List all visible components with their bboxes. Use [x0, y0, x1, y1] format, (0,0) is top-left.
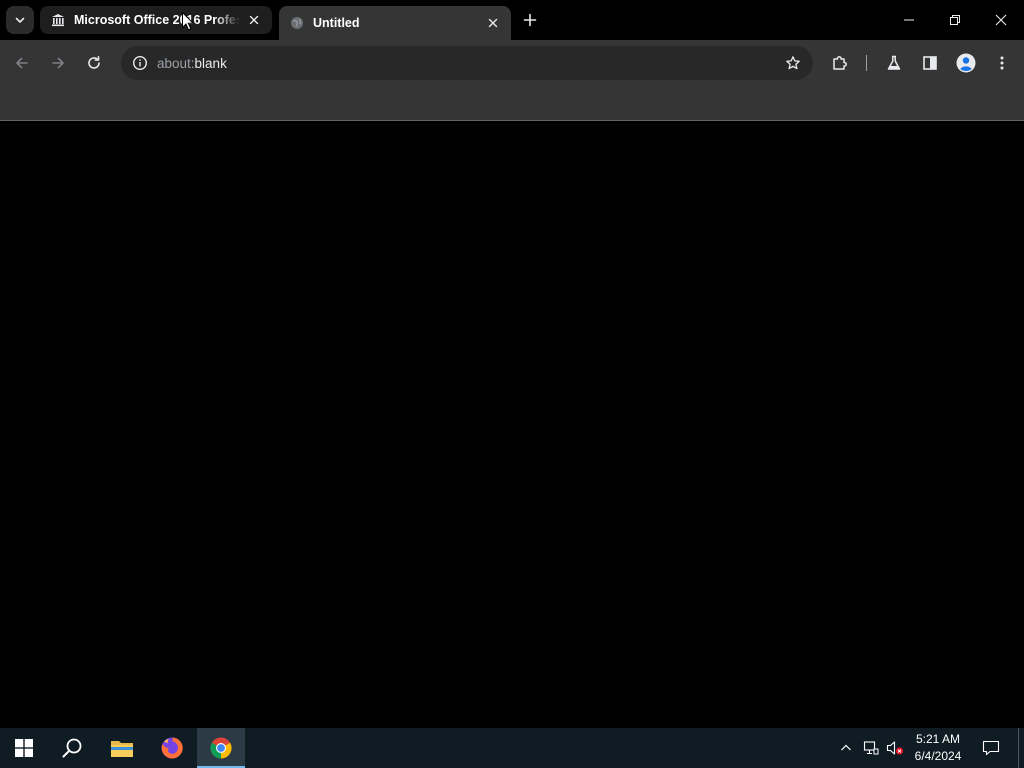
forward-button[interactable]: [44, 49, 72, 77]
close-window-button[interactable]: [978, 0, 1024, 40]
page-content[interactable]: [0, 121, 1024, 728]
new-tab-button[interactable]: [518, 8, 542, 32]
chrome-icon: [210, 737, 232, 759]
arrow-right-icon: [52, 57, 64, 69]
close-icon[interactable]: [246, 12, 262, 28]
file-explorer-button[interactable]: [98, 728, 146, 768]
mouse-cursor-icon: [182, 12, 194, 31]
plus-icon: [523, 13, 537, 27]
browser-toolbar: about:blank: [0, 40, 1024, 86]
tab-microsoft-office[interactable]: Microsoft Office 2016 Professional: [40, 6, 272, 34]
taskbar-clock[interactable]: 5:21 AM 6/4/2024: [908, 731, 968, 765]
minimize-button[interactable]: [886, 0, 932, 40]
notification-icon: [982, 740, 1000, 756]
labs-button[interactable]: [880, 49, 908, 77]
network-button[interactable]: [860, 728, 882, 768]
bank-icon: [50, 12, 66, 28]
url-host: blank: [194, 55, 227, 71]
restore-button[interactable]: [932, 0, 978, 40]
tab-strip: Microsoft Office 2016 Professional Untit…: [0, 0, 1024, 40]
search-button[interactable]: [48, 728, 96, 768]
chrome-button[interactable]: [197, 728, 245, 768]
site-info-icon[interactable]: [123, 46, 157, 80]
chevron-down-icon: [15, 17, 25, 23]
volume-button[interactable]: [884, 728, 906, 768]
show-desktop-button[interactable]: [1018, 728, 1024, 768]
firefox-button[interactable]: [148, 728, 196, 768]
side-panel-button[interactable]: [916, 49, 944, 77]
firefox-icon: [161, 737, 183, 759]
action-center-button[interactable]: [976, 728, 1006, 768]
toolbar-separator: [866, 55, 867, 71]
tab-untitled[interactable]: Untitled: [279, 6, 511, 40]
close-icon: [995, 14, 1007, 26]
side-panel-icon: [923, 56, 937, 70]
network-icon: [863, 741, 879, 755]
address-bar[interactable]: about:blank: [121, 46, 813, 80]
clock-time: 5:21 AM: [915, 732, 961, 746]
back-button[interactable]: [8, 49, 36, 77]
tab-title: Untitled: [313, 16, 360, 30]
taskbar: 5:21 AM 6/4/2024: [0, 728, 1024, 768]
globe-icon: [289, 15, 305, 31]
extensions-button[interactable]: [826, 49, 854, 77]
volume-muted-icon: [886, 741, 904, 755]
avatar-icon: [956, 53, 976, 73]
reload-button[interactable]: [80, 49, 108, 77]
show-hidden-icons-button[interactable]: [836, 728, 856, 768]
minimize-icon: [904, 19, 914, 21]
url-scheme: about:: [157, 55, 195, 71]
restore-icon: [950, 15, 960, 25]
bookmarks-bar: [0, 86, 1024, 120]
tab-title: Microsoft Office 2016 Professional: [74, 13, 240, 27]
start-icon: [15, 739, 33, 757]
url-text[interactable]: about:blank: [157, 56, 227, 71]
close-icon[interactable]: [485, 15, 501, 31]
start-button[interactable]: [0, 728, 48, 768]
puzzle-icon: [833, 56, 847, 70]
reload-icon: [88, 56, 100, 69]
profile-button[interactable]: [952, 49, 980, 77]
chevron-up-icon: [841, 744, 851, 751]
bookmark-star-icon[interactable]: [783, 53, 803, 73]
arrow-left-icon: [16, 57, 28, 69]
more-vert-icon: [1000, 56, 1004, 70]
tab-search-button[interactable]: [6, 6, 34, 34]
clock-date: 6/4/2024: [914, 749, 962, 763]
menu-button[interactable]: [988, 49, 1016, 77]
file-explorer-icon: [111, 741, 133, 757]
search-icon: [62, 738, 82, 758]
flask-icon: [887, 55, 901, 70]
